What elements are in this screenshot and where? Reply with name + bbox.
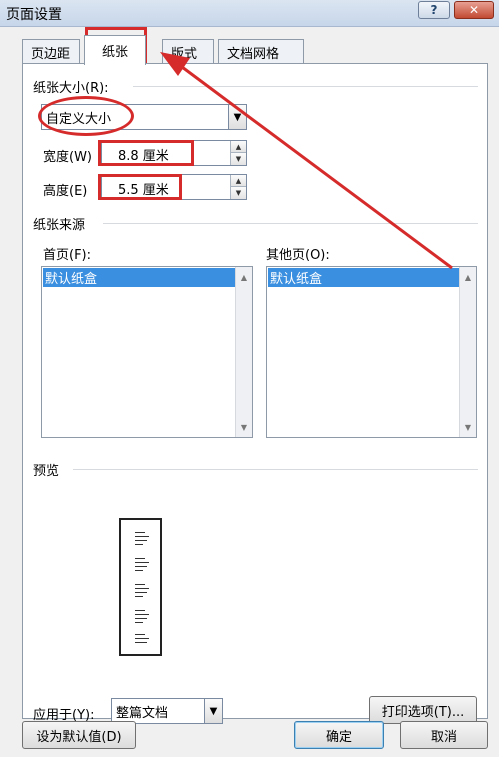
spin-up-icon[interactable]: ▲: [231, 141, 246, 153]
divider: [73, 469, 478, 470]
other-pages-label: 其他页(O):: [266, 248, 330, 263]
height-label: 高度(E): [43, 184, 88, 199]
list-item[interactable]: 默认纸盒: [268, 268, 460, 287]
tab-layout[interactable]: 版式: [162, 39, 214, 64]
help-button[interactable]: ?: [418, 1, 450, 19]
close-icon: ✕: [468, 3, 480, 17]
preview-text-lines: [135, 634, 149, 646]
preview-text-lines: [135, 532, 149, 548]
close-button[interactable]: ✕: [454, 1, 494, 19]
preview-text-lines: [135, 610, 149, 626]
divider: [103, 223, 478, 224]
page-setup-dialog: 页边距 纸张 版式 文档网格 纸张大小(R): 自定义大小 ▼ 宽度(W) 8.…: [0, 27, 499, 757]
paper-size-label: 纸张大小(R):: [33, 81, 109, 96]
width-label: 宽度(W): [43, 150, 92, 165]
scrollbar[interactable]: ▲ ▼: [235, 267, 252, 437]
chevron-down-icon[interactable]: ▼: [228, 105, 246, 129]
divider: [133, 86, 478, 87]
title-bar: 页面设置 ? ✕: [0, 0, 499, 27]
scroll-down-icon[interactable]: ▼: [460, 419, 476, 435]
page-preview: [119, 518, 162, 656]
list-item[interactable]: 默认纸盒: [43, 268, 236, 287]
tab-paper[interactable]: 纸张: [84, 35, 146, 65]
scroll-up-icon[interactable]: ▲: [460, 269, 476, 285]
annotation-box-width: [98, 140, 194, 166]
height-spin-buttons: ▲ ▼: [230, 175, 246, 199]
set-default-button[interactable]: 设为默认值(D): [22, 721, 136, 749]
scroll-down-icon[interactable]: ▼: [236, 419, 252, 435]
annotation-box-height: [98, 174, 182, 200]
apply-to-value: 整篇文档: [116, 705, 169, 721]
preview-text-lines: [135, 558, 149, 574]
scroll-up-icon[interactable]: ▲: [236, 269, 252, 285]
scrollbar[interactable]: ▲ ▼: [459, 267, 476, 437]
preview-label: 预览: [33, 464, 60, 479]
width-spin-buttons: ▲ ▼: [230, 141, 246, 165]
spin-down-icon[interactable]: ▼: [231, 153, 246, 165]
first-page-label: 首页(F):: [43, 248, 92, 263]
chevron-down-icon[interactable]: ▼: [204, 699, 222, 723]
first-page-listbox[interactable]: 默认纸盒 ▲ ▼: [41, 266, 253, 438]
cancel-button[interactable]: 取消: [400, 721, 488, 749]
window-title: 页面设置: [6, 7, 62, 23]
ok-button[interactable]: 确定: [294, 721, 384, 749]
spin-down-icon[interactable]: ▼: [231, 187, 246, 199]
print-options-button[interactable]: 打印选项(T)...: [369, 696, 477, 724]
paper-tab-panel: 纸张大小(R): 自定义大小 ▼ 宽度(W) 8.8 厘米 ▲ ▼ 高度(E) …: [22, 63, 488, 724]
paper-source-label: 纸张来源: [33, 218, 86, 233]
tab-document-grid[interactable]: 文档网格: [218, 39, 304, 64]
preview-text-lines: [135, 584, 149, 600]
other-pages-listbox[interactable]: 默认纸盒 ▲ ▼: [266, 266, 477, 438]
tab-margins[interactable]: 页边距: [22, 39, 80, 64]
spin-up-icon[interactable]: ▲: [231, 175, 246, 187]
annotation-ellipse-paper-size: [38, 96, 134, 136]
